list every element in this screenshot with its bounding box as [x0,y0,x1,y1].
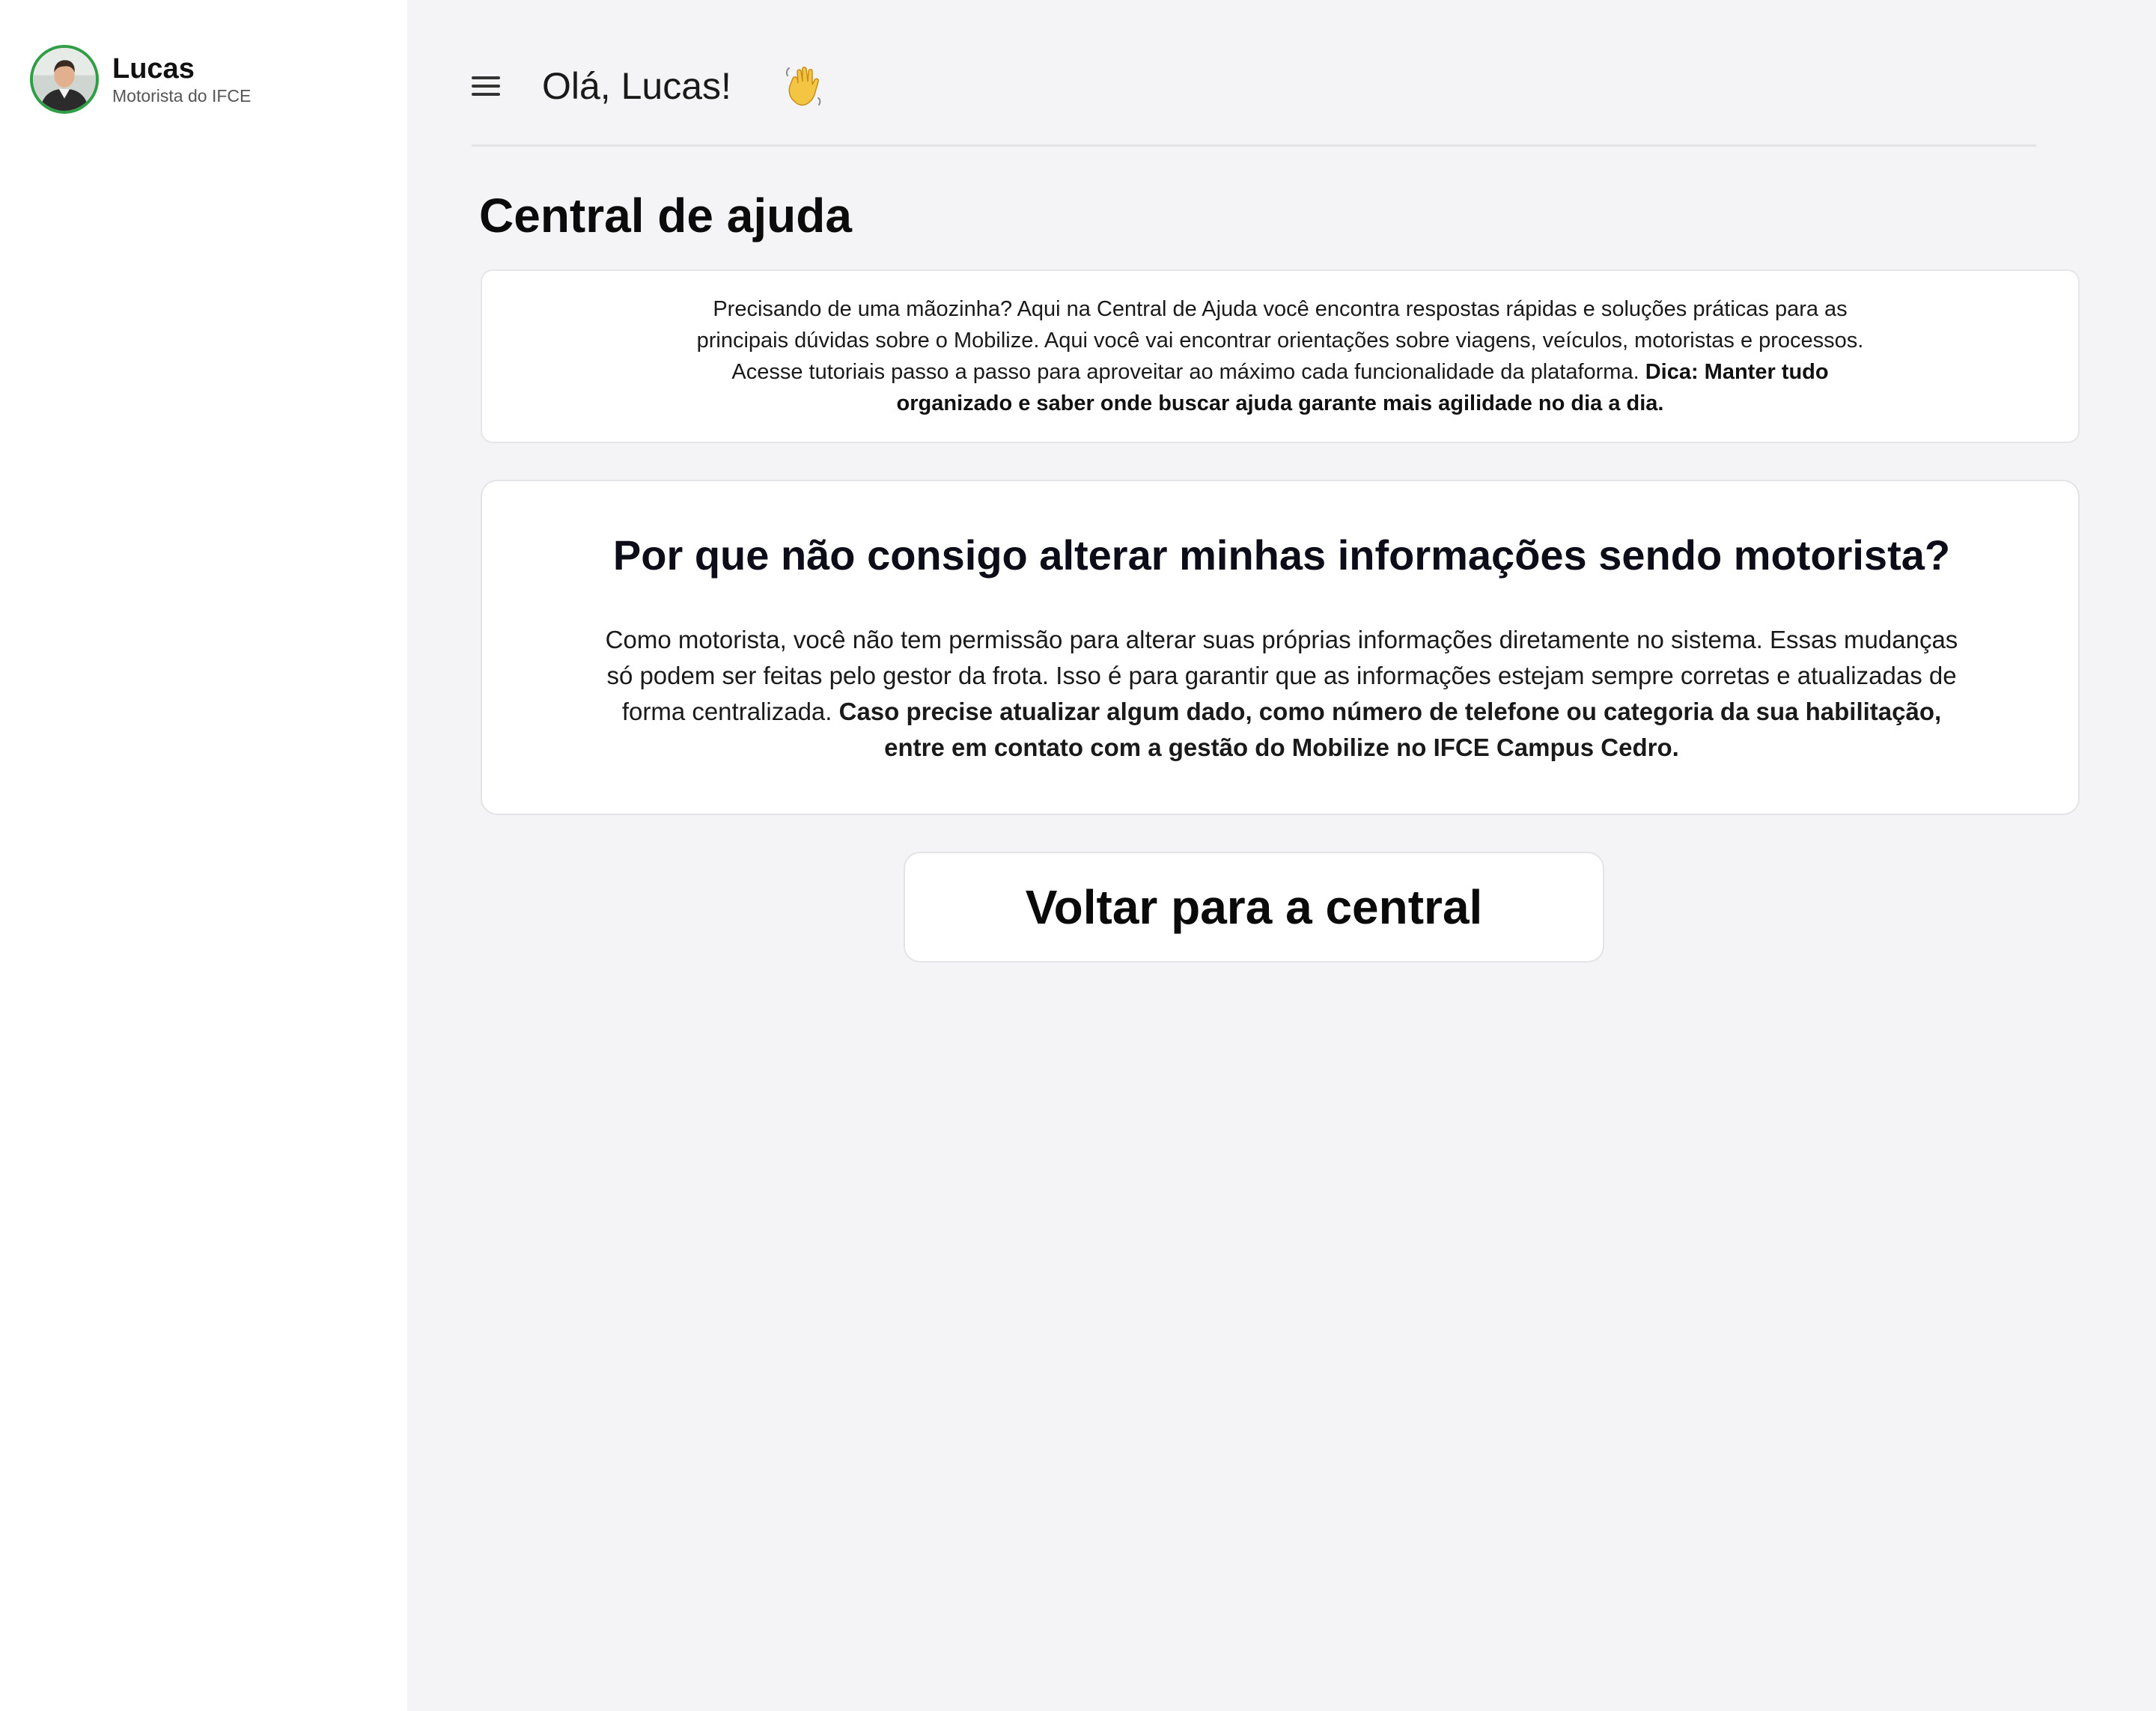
menu-line [472,85,500,88]
intro-text: Precisando de uma mãozinha? Aqui na Cent… [692,293,1868,419]
avatar[interactable] [30,45,99,114]
faq-question: Por que não consigo alterar minhas infor… [612,531,1951,579]
top-bar: Olá, Lucas! [472,58,2036,114]
greeting: Olá, Lucas! [542,65,731,107]
main-content: Olá, Lucas! Central de ajuda Precisando … [407,0,2156,1711]
profile-role: Motorista do IFCE [112,86,252,106]
profile-name: Lucas [112,53,195,85]
page-title: Central de ajuda [479,189,852,243]
faq-answer: Como motorista, você não tem permissão p… [602,622,1961,766]
user-profile[interactable]: Lucas Motorista do IFCE [30,45,251,114]
header-divider [472,144,2036,147]
hamburger-menu-icon[interactable] [472,71,502,101]
back-to-help-center-button[interactable]: Voltar para a central [904,852,1604,963]
avatar-photo [33,48,96,111]
intro-card: Precisando de uma mãozinha? Aqui na Cent… [481,269,2080,443]
waving-hand-icon [785,67,821,106]
menu-line [472,76,500,79]
faq-card: Por que não consigo alterar minhas infor… [481,480,2080,815]
menu-line [472,93,500,96]
faq-answer-highlight: Caso precise atualizar algum dado, como … [838,698,1942,761]
profile-text: Lucas Motorista do IFCE [112,52,251,106]
sidebar: Lucas Motorista do IFCE [0,0,407,1711]
